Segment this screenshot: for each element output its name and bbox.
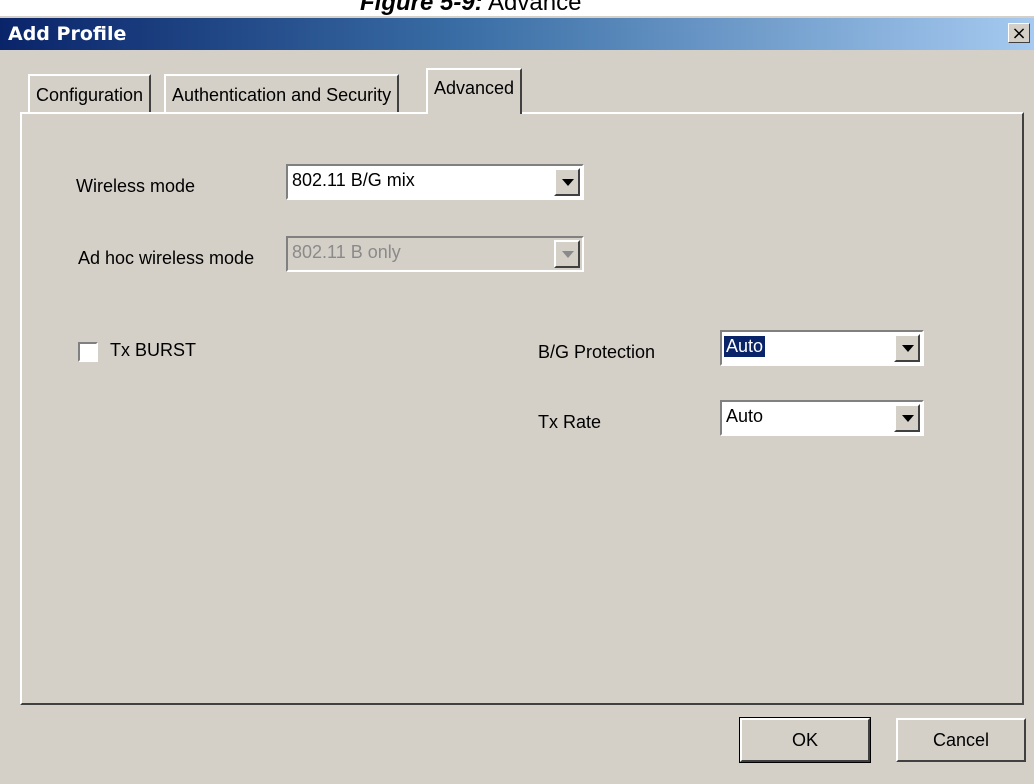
figure-caption: Figure 5-9: Advance [0, 0, 1034, 16]
figure-number: Figure 5-9: [360, 0, 483, 16]
wireless-mode-value: 802.11 B/G mix [292, 170, 415, 190]
chevron-down-icon[interactable] [894, 334, 920, 362]
chevron-down-icon [554, 240, 580, 268]
tx-rate-label: Tx Rate [538, 412, 602, 432]
adhoc-mode-select: 802.11 B only [286, 236, 584, 272]
tx-rate-select[interactable]: Auto [720, 400, 924, 436]
title-bar: Add Profile × [0, 18, 1034, 50]
bg-protection-label: B/G Protection [538, 342, 656, 362]
adhoc-mode-label: Ad hoc wireless mode [78, 248, 255, 268]
chevron-down-icon[interactable] [894, 404, 920, 432]
tx-burst-checkbox[interactable] [78, 342, 98, 362]
tab-advanced[interactable]: Advanced [426, 68, 523, 114]
ok-button[interactable]: OK [739, 717, 871, 763]
bg-protection-select[interactable]: Auto [720, 330, 924, 366]
figure-caption-text: Figure 5-9: Advance [360, 0, 581, 16]
figure-title: Advance [488, 0, 582, 16]
wireless-mode-select[interactable]: 802.11 B/G mix [286, 164, 584, 200]
chevron-down-icon[interactable] [554, 168, 580, 196]
add-profile-dialog: Add Profile × Configuration Authenticati… [0, 16, 1034, 784]
dialog-title: Add Profile [8, 23, 127, 45]
bg-protection-value: Auto [722, 335, 767, 358]
tab-configuration[interactable]: Configuration [28, 74, 152, 112]
close-button[interactable]: × [1008, 23, 1030, 44]
advanced-panel: Wireless mode 802.11 B/G mix Ad hoc wire… [20, 112, 1024, 705]
tx-burst-label: Tx BURST [110, 340, 197, 360]
wireless-mode-label: Wireless mode [76, 176, 196, 196]
tab-authentication-security[interactable]: Authentication and Security [164, 74, 400, 112]
cancel-button[interactable]: Cancel [896, 718, 1026, 762]
adhoc-mode-value: 802.11 B only [292, 242, 401, 262]
tx-rate-value: Auto [726, 406, 764, 426]
